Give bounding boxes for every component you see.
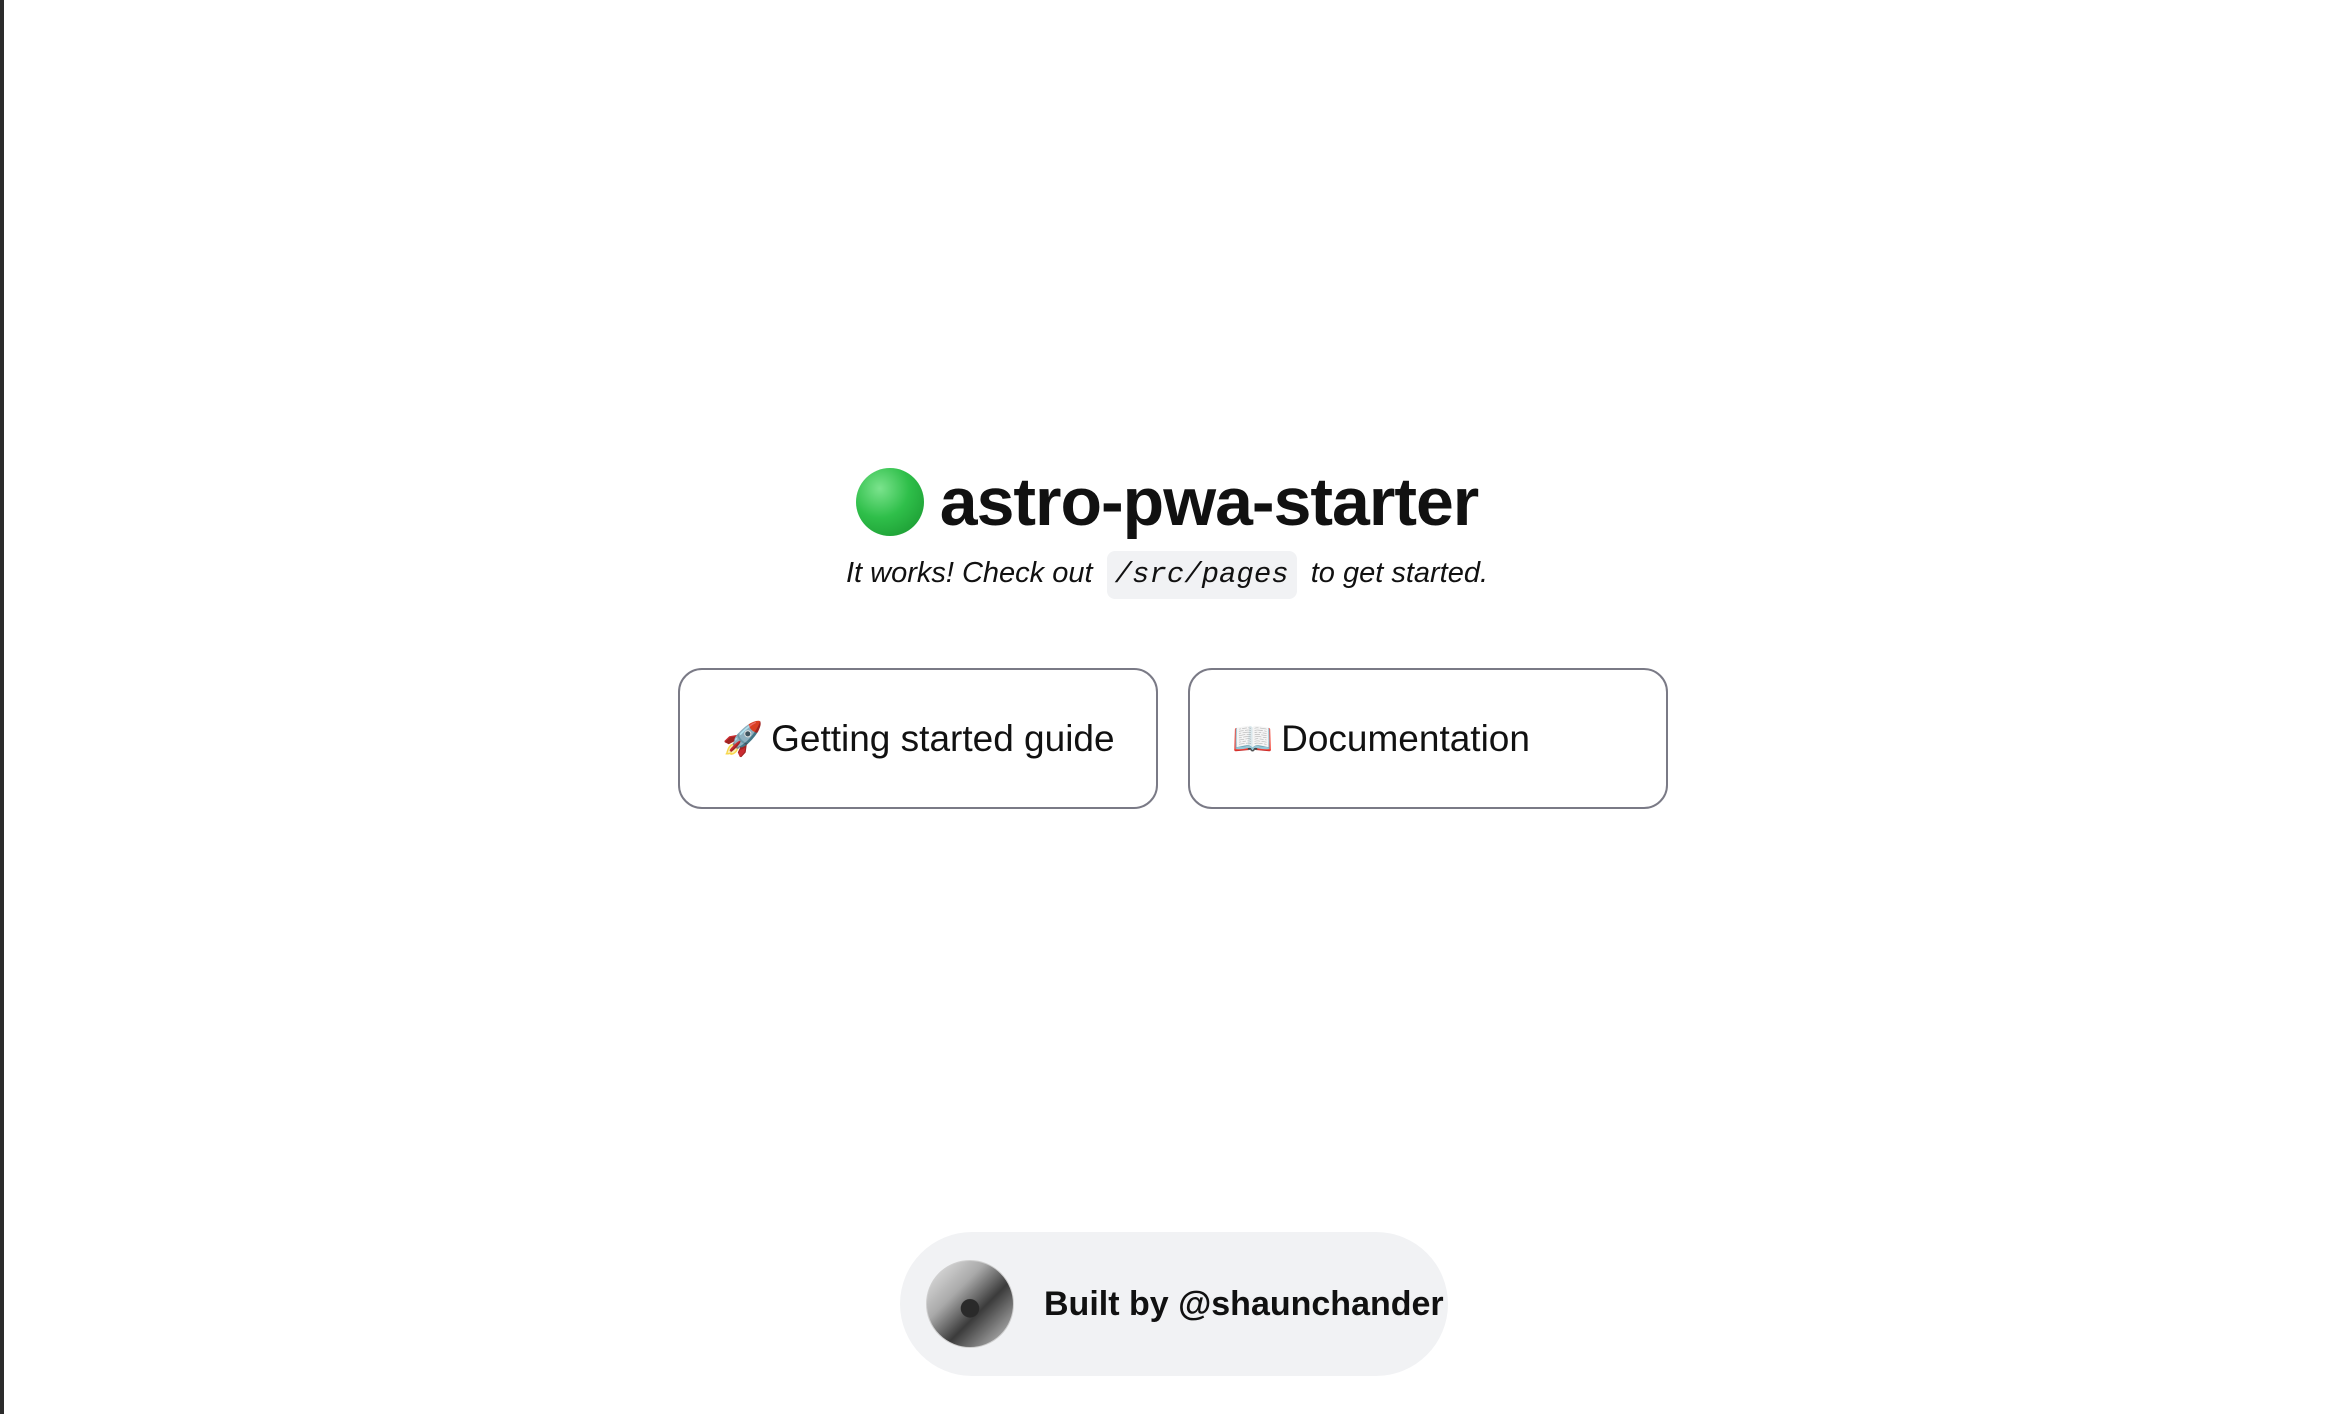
getting-started-guide-link[interactable]: 🚀 Getting started guide [678, 668, 1158, 809]
source-path-code: /src/pages [1106, 551, 1297, 599]
book-icon: 📖 [1232, 718, 1274, 758]
author-credit-text: Built by @shaunchander [1044, 1284, 1444, 1323]
window-left-border [0, 0, 4, 1414]
author-credit-link[interactable]: Built by @shaunchander [900, 1232, 1448, 1376]
documentation-link[interactable]: 📖 Documentation [1188, 668, 1668, 809]
hero-section: astro-pwa-starter It works! Check out /s… [0, 462, 2334, 599]
green-circle-icon [855, 468, 924, 536]
documentation-label: Documentation [1281, 717, 1530, 759]
rocket-icon: 🚀 [722, 718, 764, 758]
link-cards: 🚀 Getting started guide 📖 Documentation [678, 668, 1668, 809]
page-subtitle: It works! Check out /src/pages to get st… [0, 548, 2334, 599]
page-title-text: astro-pwa-starter [939, 464, 1479, 540]
getting-started-guide-label: Getting started guide [771, 717, 1115, 759]
page-title: astro-pwa-starter [855, 462, 1479, 542]
subtitle-text-after: to get started. [1310, 557, 1489, 589]
subtitle-text-before: It works! Check out [845, 557, 1093, 589]
avatar [926, 1260, 1014, 1348]
